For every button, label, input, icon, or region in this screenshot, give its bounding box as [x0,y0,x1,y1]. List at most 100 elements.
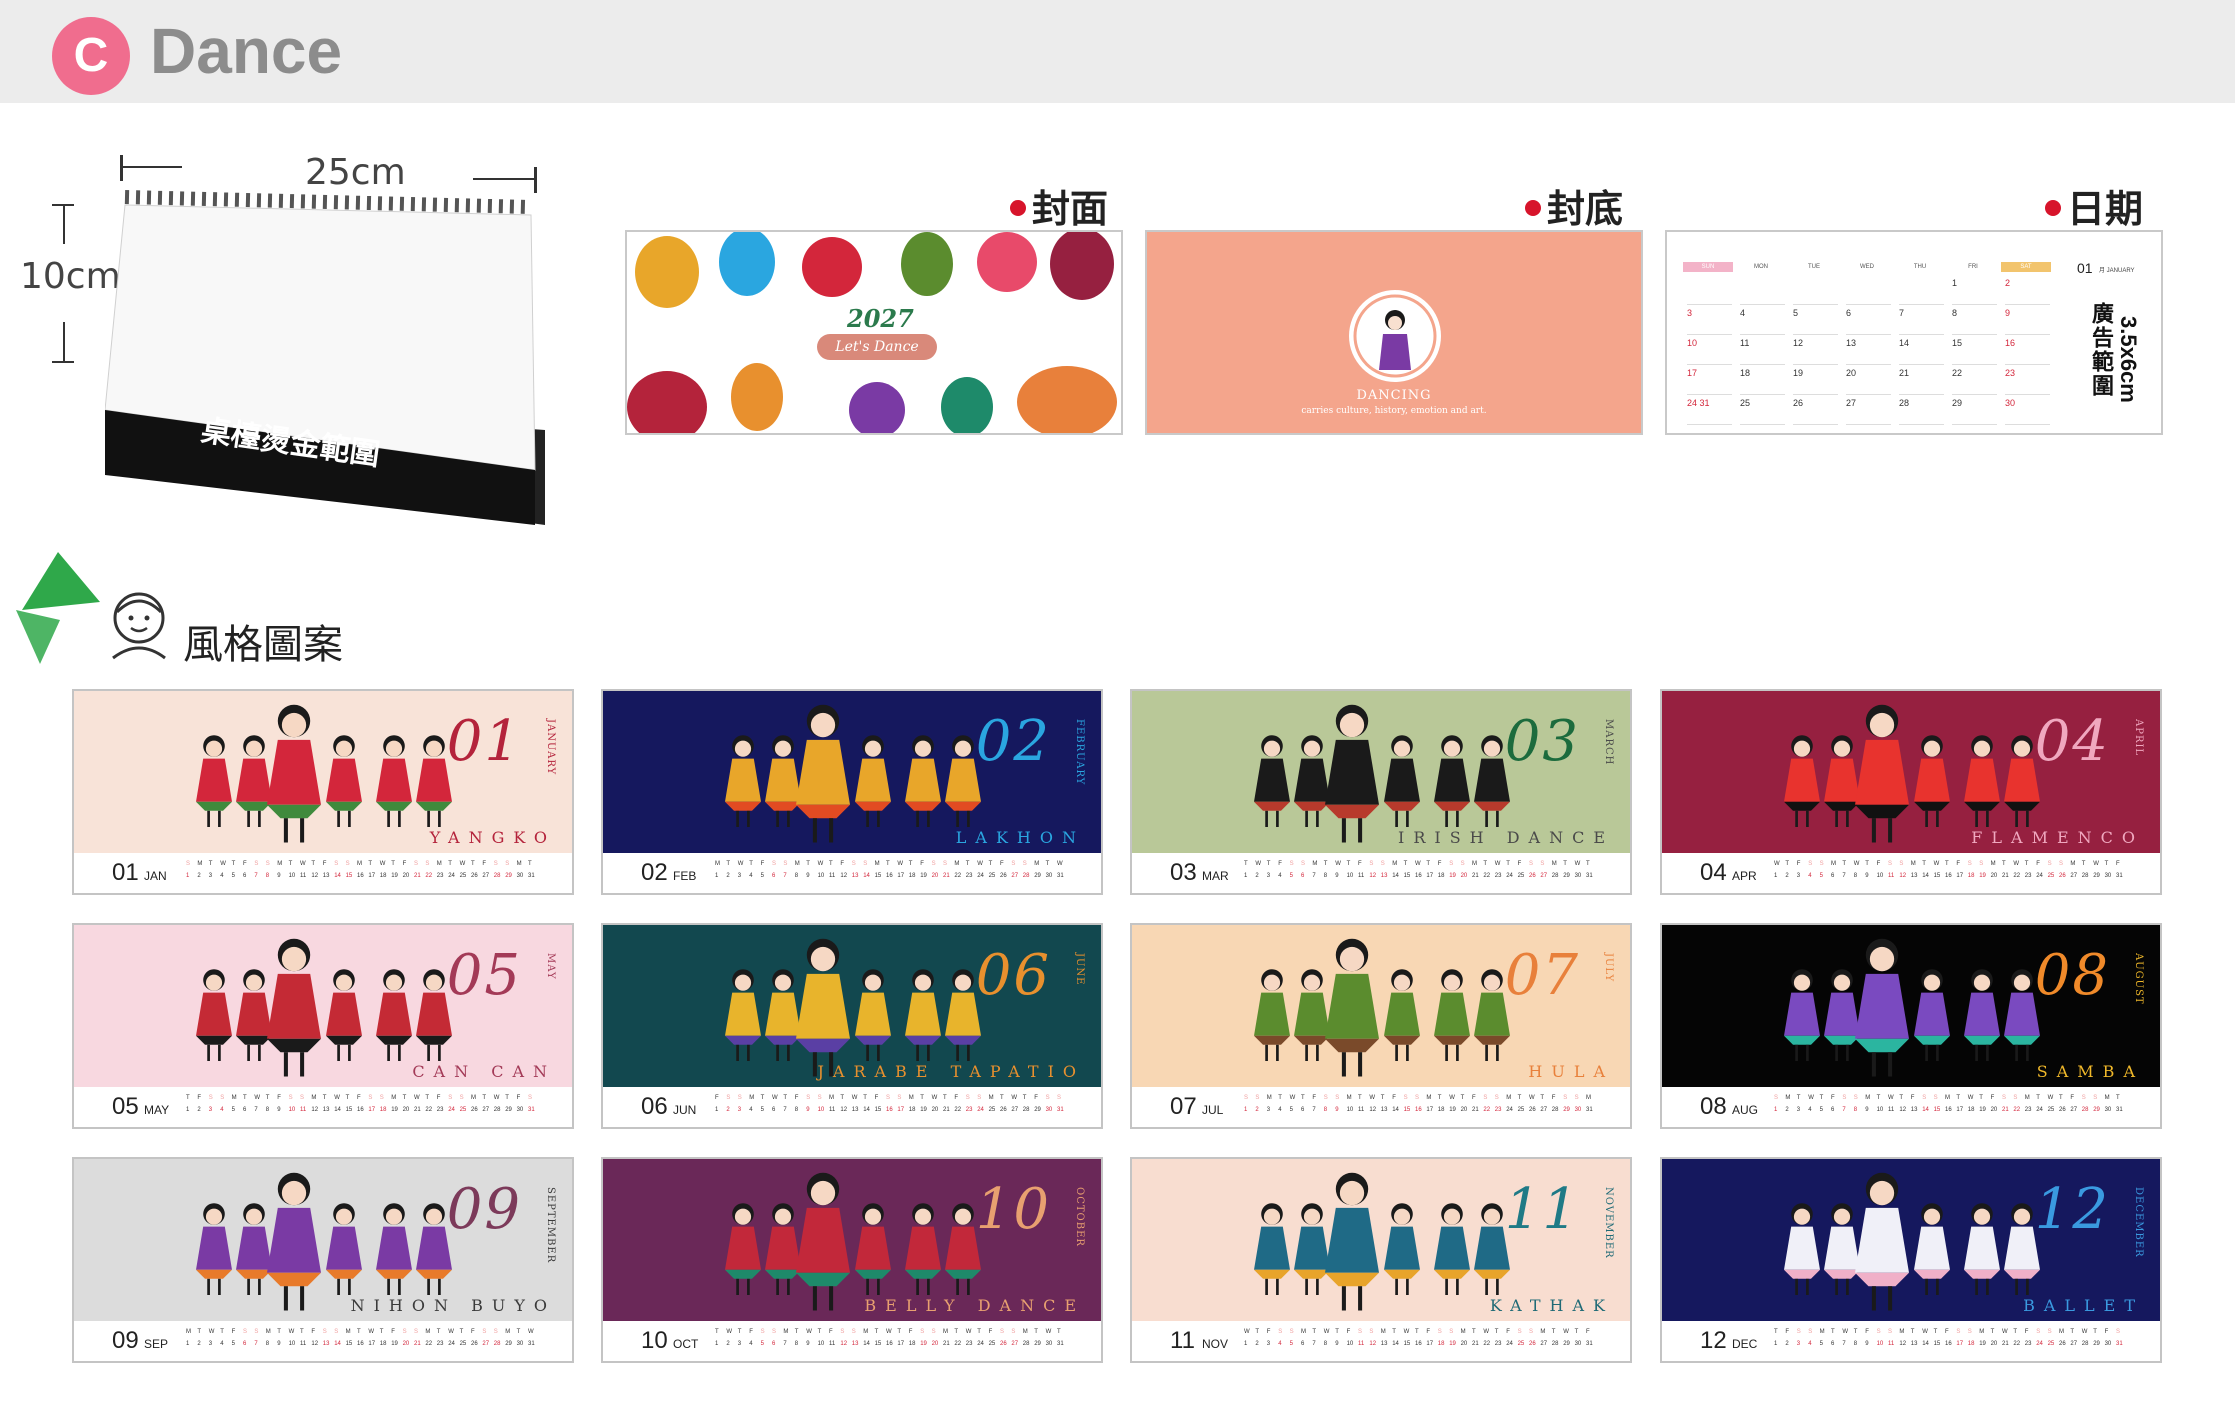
svg-text:T: T [1267,861,1271,867]
ad-area-label: 廣告範圍 [2089,302,2114,398]
svg-text:28: 28 [494,1107,501,1113]
svg-text:6: 6 [243,1107,247,1113]
svg-text:22: 22 [1483,1341,1490,1347]
svg-text:17: 17 [1426,873,1433,879]
mini-calendar: M 1 T 2 W 3 T 4 F 5 S 6 S 7 M 8 T 9 W 10 T 11 F 12 S 13 S 14 M 15 T 16 W… [715,861,1064,879]
month-card[interactable]: 07 JULY HULA 07 JUL S 1 S 2 M 3 T 4 W 5 T 6 F 7 S 8 S 9 M 10 T 11 W… [1130,923,1632,1129]
svg-text:15: 15 [1934,1341,1941,1347]
svg-text:24: 24 [1506,1341,1513,1347]
month-number-art: 03 [1504,709,1580,774]
svg-text:19: 19 [1449,1341,1456,1347]
month-card[interactable]: 04 APRIL FLAMENCO 04 APR W 1 T 2 F 3 S 4 S 5 M 6 T 7 W 8 T 9 F 1… [1660,689,2162,895]
svg-text:6: 6 [1301,1341,1305,1347]
svg-text:19: 19 [920,1341,927,1347]
svg-text:16: 16 [1945,873,1952,879]
svg-text:W: W [368,1329,374,1335]
svg-text:S: S [1438,1329,1442,1335]
svg-text:17: 17 [368,1107,375,1113]
svg-text:T: T [460,1329,464,1335]
month-english-name: JUNE [1074,953,1085,986]
month-number-art: 02 [975,709,1051,774]
back-cover-label: 封底 [1525,178,1623,233]
svg-text:T: T [403,1095,407,1101]
month-card[interactable]: 10 OCTOBER BELLY DANCE 10 OCT T 1 W 2 T 3 F 4 S 5 S 6 M 7 T… [601,1157,1103,1363]
svg-text:20: 20 [1991,1107,1998,1113]
month-card[interactable]: 09 SEPTEMBER NIHON BUYO 09 SEP M 1 T 2 W 3 T 4 F 5 S 6 S 7… [72,1157,574,1363]
svg-text:15: 15 [1404,1107,1411,1113]
svg-text:T: T [1335,1329,1339,1335]
svg-text:S: S [1461,861,1465,867]
svg-text:26: 26 [2059,873,2066,879]
svg-text:10: 10 [289,1341,296,1347]
month-card[interactable]: 08 AUGUST SAMBA 08 AUG S 1 M 2 T 3 W 4 T 5 F 6 S 7 S 8 M 9 T 10 W… [1660,923,2162,1129]
svg-text:9: 9 [806,873,810,879]
svg-text:F: F [2070,1095,2074,1101]
month-card[interactable]: 12 DECEMBER BALLET 12 DEC T 1 F 2 S 3 S 4 M 5 T 6 W 7 T 8 F 9 S… [1660,1157,2162,1363]
month-abbr: MAR [1202,869,1229,883]
month-card[interactable]: 11 NOVEMBER KATHAK 11 NOV W 1 T 2 F 3 S 4 S 5 M 6 T 7 W 8 T 9 F… [1130,1157,1632,1363]
svg-text:S: S [943,861,947,867]
svg-text:M: M [391,1095,396,1101]
month-card[interactable]: 01 JANUARY YANGKO 01 JAN S 1 M 2 T 3 W 4 T 5 F 6 S 7 S 8 M 9 T 1… [72,689,574,895]
month-number-art: 08 [2034,943,2110,1008]
svg-text:25: 25 [460,1341,467,1347]
svg-text:3: 3 [1267,1341,1271,1347]
style-section-title: 風格圖案 [183,623,343,667]
svg-text:13: 13 [1381,873,1388,879]
month-card[interactable]: 06 JUNE JARABE TAPATIO 06 JUN F 1 S 2 S 3 M 4 T 5 W 6 T 7 F… [601,923,1103,1129]
svg-text:13: 13 [1911,1341,1918,1347]
svg-text:18: 18 [1438,1107,1445,1113]
svg-text:T: T [795,1329,799,1335]
svg-text:S: S [1358,1329,1362,1335]
svg-text:27: 27 [2070,1341,2077,1347]
svg-text:29: 29 [1563,1341,1570,1347]
svg-text:S: S [323,1329,327,1335]
svg-text:5: 5 [232,1107,236,1113]
svg-text:13: 13 [323,873,330,879]
svg-text:26: 26 [1529,873,1536,879]
svg-text:W: W [1324,1329,1330,1335]
svg-text:8: 8 [1854,1107,1858,1113]
svg-text:F: F [1865,1329,1869,1335]
month-number: 07 [1170,1093,1197,1120]
svg-text:29: 29 [2093,1107,2100,1113]
month-card[interactable]: 02 FEBRUARY LAKHON 02 FEB M 1 T 2 W 3 T 4 F 5 S 6 S 7 M 8 T 9 W… [601,689,1103,895]
svg-text:7: 7 [1842,1107,1846,1113]
svg-text:S: S [897,1095,901,1101]
month-number: 11 [1170,1327,1195,1354]
svg-text:9: 9 [806,1341,810,1347]
svg-text:4: 4 [220,1107,224,1113]
svg-text:M: M [1347,1095,1352,1101]
svg-text:W: W [1335,861,1341,867]
svg-text:M: M [197,861,202,867]
svg-text:T: T [1575,1329,1579,1335]
svg-text:F: F [1358,861,1362,867]
svg-text:10: 10 [1877,873,1884,879]
svg-text:23: 23 [2025,873,2032,879]
svg-text:T: T [1586,861,1590,867]
svg-text:17: 17 [1956,873,1963,879]
svg-text:5: 5 [761,873,765,879]
svg-text:14: 14 [1392,1341,1399,1347]
svg-text:1: 1 [715,1341,719,1347]
svg-text:F: F [1000,861,1004,867]
svg-text:21: 21 [943,873,950,879]
month-card[interactable]: 03 MARCH IRISH DANCE 03 MAR T 1 W 2 T 3 F 4 S 5 S 6 M 7 T 8 W… [1130,689,1632,895]
svg-text:S: S [460,1095,464,1101]
svg-text:30: 30 [1046,1341,1053,1347]
date-cell: 30 [2005,398,2050,425]
ad-size-label: 3.5x6cm [2116,316,2141,403]
svg-text:19: 19 [391,1341,398,1347]
svg-text:S: S [2002,1095,2006,1101]
svg-text:14: 14 [334,1107,341,1113]
svg-text:W: W [806,1329,812,1335]
svg-text:M: M [232,1095,237,1101]
month-number-art: 05 [446,943,522,1008]
svg-text:F: F [277,1095,281,1101]
svg-text:S: S [1046,1095,1050,1101]
month-number: 09 [112,1327,139,1354]
month-number-art: 07 [1504,943,1580,1008]
month-card[interactable]: 05 MAY CAN CAN 05 MAY T 1 F 2 S 3 S 4 M 5 T 6 W 7 T 8 F 9 S 10 S 1… [72,923,574,1129]
svg-text:M: M [277,861,282,867]
svg-text:F: F [232,1329,236,1335]
